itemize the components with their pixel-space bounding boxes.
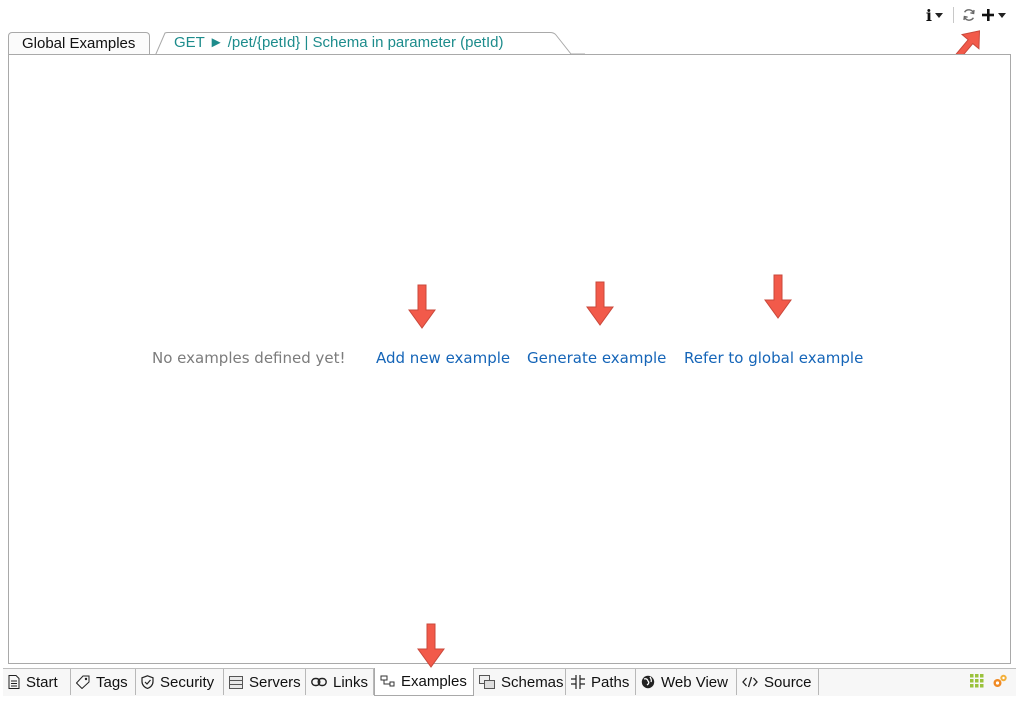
bottom-tab-label: Source	[764, 673, 812, 691]
annotation-arrow-generate	[586, 281, 614, 326]
bottom-tab-start[interactable]: Start	[3, 669, 71, 695]
link-icon	[311, 677, 327, 687]
globe-icon	[641, 675, 655, 689]
bottom-tab-label: Web View	[661, 673, 728, 691]
top-toolbar: i	[926, 4, 1009, 26]
bottom-tab-label: Security	[160, 673, 215, 691]
bottom-tab-label: Start	[26, 673, 58, 691]
bottom-tab-tags[interactable]: Tags	[71, 669, 136, 695]
tab-active-example[interactable]: GET ► /pet/{petId} | Schema in parameter…	[155, 32, 585, 55]
schemas-icon	[479, 675, 495, 689]
gears-icon[interactable]	[992, 673, 1008, 689]
refer-global-example-link[interactable]: Refer to global example	[684, 349, 863, 367]
grid-dots-icon[interactable]	[970, 674, 984, 688]
examples-panel: No examples defined yet! Add new example…	[8, 54, 1011, 664]
status-icons	[970, 673, 1008, 689]
bottom-tab-label: Examples	[401, 673, 467, 690]
server-icon	[229, 675, 243, 689]
bottom-tab-label: Servers	[249, 673, 301, 691]
bottom-tab-source[interactable]: Source	[737, 669, 819, 695]
tab-global-examples[interactable]: Global Examples	[8, 32, 151, 55]
bottom-tab-security[interactable]: Security	[136, 669, 224, 695]
bottom-tab-links[interactable]: Links	[306, 669, 374, 695]
add-menu-button[interactable]	[981, 4, 1009, 26]
tag-icon	[76, 675, 90, 689]
tab-active-label: GET ► /pet/{petId} | Schema in parameter…	[174, 34, 504, 51]
info-menu-button[interactable]: i	[926, 4, 946, 26]
editor-tab-strip: Global Examples GET ► /pet/{petId} | Sch…	[8, 32, 1011, 55]
bottom-tab-examples[interactable]: Examples	[374, 668, 474, 696]
refresh-icon	[963, 9, 975, 21]
refresh-button[interactable]	[961, 4, 977, 26]
document-icon	[8, 675, 20, 689]
info-icon: i	[925, 5, 932, 25]
bottom-tab-servers[interactable]: Servers	[224, 669, 306, 695]
code-icon	[742, 676, 758, 688]
chevron-down-icon	[935, 12, 943, 18]
generate-example-link[interactable]: Generate example	[527, 349, 666, 367]
empty-message: No examples defined yet!	[152, 349, 346, 367]
bottom-tab-paths[interactable]: Paths	[566, 669, 636, 695]
bottom-tab-schemas[interactable]: Schemas	[474, 669, 566, 695]
paths-icon	[571, 675, 585, 689]
annotation-arrow-add	[408, 284, 436, 329]
chevron-down-icon	[998, 12, 1006, 18]
plus-icon	[982, 9, 994, 21]
bottom-tab-web-view[interactable]: Web View	[636, 669, 737, 695]
toolbar-divider	[953, 7, 954, 23]
annotation-arrow-refer	[764, 274, 792, 319]
bottom-tab-bar: Start Tags Security Servers Links Exampl…	[3, 668, 1016, 696]
tab-global-examples-label: Global Examples	[22, 35, 136, 52]
bottom-tab-label: Links	[333, 673, 369, 691]
add-new-example-link[interactable]: Add new example	[376, 349, 510, 367]
bottom-tab-label: Schemas	[501, 673, 564, 691]
bottom-tab-label: Paths	[591, 673, 630, 691]
bottom-tab-label: Tags	[96, 673, 128, 691]
annotation-arrow-examples-tab	[417, 623, 445, 668]
examples-icon	[380, 675, 395, 687]
shield-icon	[141, 675, 154, 689]
